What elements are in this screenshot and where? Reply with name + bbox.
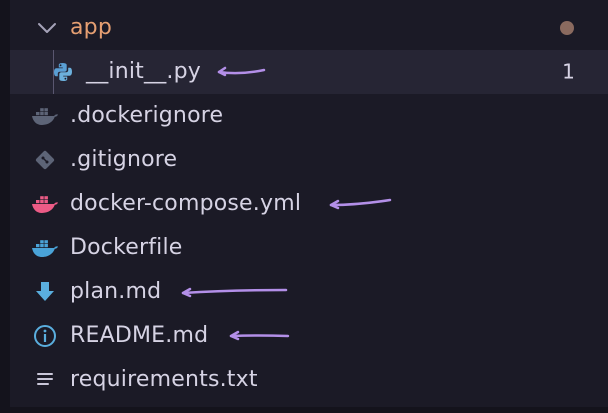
file-dockerfile[interactable]: Dockerfile — [10, 226, 608, 270]
docker-icon — [30, 101, 60, 131]
info-icon — [30, 321, 60, 351]
python-icon — [48, 57, 78, 87]
file-gitignore[interactable]: .gitignore — [10, 138, 608, 182]
explorer-bottom-edge — [0, 407, 608, 413]
annotation-arrow — [181, 287, 288, 298]
file-label: requirements.txt — [70, 367, 258, 392]
file-label: Dockerfile — [70, 235, 183, 260]
git-icon — [30, 145, 60, 175]
annotation-arrow — [329, 198, 392, 210]
file-label: .gitignore — [70, 147, 178, 172]
file-explorer: app __init__.py 1 .dockerignore .gitigno… — [0, 0, 608, 413]
explorer-gutter — [0, 0, 10, 413]
file-dockerignore[interactable]: .dockerignore — [10, 94, 608, 138]
file-docker-compose-yml[interactable]: docker-compose.yml — [10, 182, 608, 226]
file-label: plan.md — [70, 279, 162, 304]
file-readme-md[interactable]: README.md — [10, 314, 608, 358]
file-requirements-txt[interactable]: requirements.txt — [10, 358, 608, 402]
docker-icon — [30, 233, 60, 263]
problem-count-badge: 1 — [562, 59, 575, 84]
markdown-download-icon — [30, 277, 60, 307]
file-label: __init__.py — [86, 59, 201, 84]
file-init-py[interactable]: __init__.py 1 — [10, 50, 608, 94]
file-label: .dockerignore — [70, 103, 224, 128]
file-plan-md[interactable]: plan.md — [10, 270, 608, 314]
modified-dot-badge — [560, 21, 574, 35]
annotation-arrow — [229, 330, 290, 341]
docker-compose-icon — [30, 189, 60, 219]
chevron-down-icon[interactable] — [32, 13, 62, 43]
folder-label: app — [70, 15, 113, 40]
text-lines-icon — [30, 365, 60, 395]
annotation-arrow — [217, 66, 266, 77]
file-label: docker-compose.yml — [70, 191, 302, 216]
folder-app[interactable]: app — [10, 6, 608, 50]
file-label: README.md — [70, 323, 209, 348]
